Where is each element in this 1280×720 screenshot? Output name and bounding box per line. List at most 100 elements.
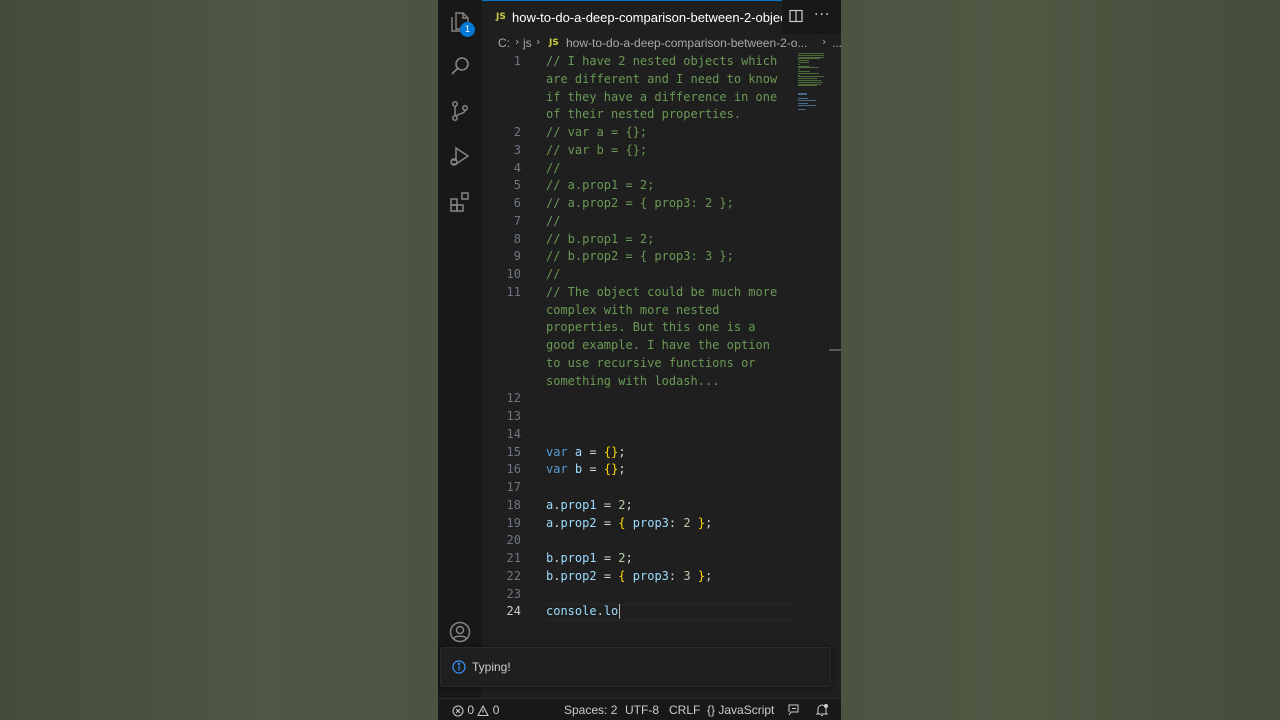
code-line[interactable]: 11 // The object could be much more (482, 284, 796, 302)
code-line[interactable]: 1 // I have 2 nested objects which (482, 53, 796, 71)
notification-message: Typing! (472, 660, 511, 674)
code-line[interactable]: 6 // a.prop2 = { prop3: 2 }; (482, 195, 796, 213)
eol-setting[interactable]: CRLF (669, 703, 700, 717)
code-text: to use recursive functions or (546, 355, 756, 370)
minimap-line (798, 105, 817, 107)
code-text: a.prop2 = { prop3: 2 }; (546, 515, 713, 530)
code-line[interactable]: 15 var a = {}; (482, 444, 796, 462)
language-mode[interactable]: {} JavaScript (707, 703, 774, 717)
line-number: 1 (513, 54, 521, 68)
line-number: 2 (513, 125, 521, 139)
notification-toast[interactable]: Typing! (440, 647, 831, 687)
info-icon (452, 660, 466, 674)
code-line[interactable]: 13 (482, 408, 796, 426)
activity-bar: 1 (438, 0, 482, 698)
source-control-icon[interactable] (446, 97, 474, 125)
line-number: 24 (506, 604, 521, 619)
code-line[interactable]: 4 // (482, 160, 796, 178)
vscode-window: 1 JS how-to-do-a-deep-comparison-between… (438, 0, 841, 720)
line-number: 17 (506, 480, 521, 494)
line-number: 21 (506, 551, 521, 565)
line-number: 19 (506, 515, 521, 530)
feedback-icon[interactable] (787, 702, 801, 717)
code-text: // a.prop1 = 2; (546, 178, 655, 193)
code-line[interactable]: good example. I have the option (482, 337, 796, 355)
minimap-line (798, 99, 817, 101)
code-line[interactable]: 5 // a.prop1 = 2; (482, 177, 796, 195)
breadcrumb-file[interactable]: how-to-do-a-deep-comparison-between-2-o.… (566, 36, 807, 50)
code-line[interactable]: 20 (482, 532, 796, 550)
code-text: properties. But this one is a (546, 320, 756, 335)
code-line[interactable]: 22 b.prop2 = { prop3: 3 }; (482, 568, 796, 586)
code-line[interactable]: 8 // b.prop1 = 2; (482, 231, 796, 249)
line-number: 10 (506, 267, 521, 281)
code-line[interactable]: if they have a difference in one (482, 89, 796, 107)
encoding-setting[interactable]: UTF-8 (625, 703, 659, 717)
code-line[interactable]: to use recursive functions or (482, 355, 796, 373)
explorer-badge: 1 (460, 22, 475, 37)
code-editor[interactable]: 1 // I have 2 nested objects which are dif… (482, 53, 796, 643)
account-icon[interactable] (446, 618, 474, 646)
problems-indicator[interactable]: 0 0 (452, 703, 499, 717)
code-text: // (546, 267, 561, 281)
code-line[interactable]: 7 // (482, 213, 796, 231)
indentation-setting[interactable]: Spaces: 2 (564, 703, 617, 717)
code-text: // var a = {}; (546, 125, 648, 139)
line-number: 9 (513, 249, 521, 264)
code-text: // b.prop1 = 2; (546, 231, 655, 246)
warning-icon (477, 704, 490, 716)
run-debug-icon[interactable] (446, 142, 474, 170)
code-line[interactable]: 9 // b.prop2 = { prop3: 3 }; (482, 248, 796, 266)
code-line[interactable]: 12 (482, 390, 796, 408)
code-line[interactable]: properties. But this one is a (482, 319, 796, 337)
video-background-left (0, 0, 438, 720)
code-line[interactable]: 17 (482, 479, 796, 497)
code-text: are different and I need to know (546, 71, 778, 86)
line-number: 8 (513, 231, 521, 246)
code-text: of their nested properties. (546, 107, 742, 122)
breadcrumb-folder[interactable]: js (523, 36, 532, 50)
code-line[interactable]: 19 a.prop2 = { prop3: 2 }; (482, 515, 796, 533)
line-number: 4 (513, 160, 521, 175)
editor-tab[interactable]: JS how-to-do-a-deep-comparison-between-2… (482, 0, 782, 34)
scrollbar-marker[interactable] (829, 349, 841, 351)
code-line[interactable]: 10 // (482, 266, 796, 284)
notifications-bell-icon[interactable] (815, 702, 829, 717)
search-icon[interactable] (446, 52, 474, 80)
code-line[interactable]: are different and I need to know (482, 71, 796, 89)
extensions-icon[interactable] (446, 188, 474, 216)
code-line[interactable]: something with lodash... (482, 373, 796, 391)
braces-icon: {} (707, 703, 716, 717)
minimap[interactable] (796, 53, 826, 113)
code-text: // (546, 160, 561, 175)
code-line[interactable]: 23 (482, 586, 796, 604)
line-number: 7 (513, 213, 521, 228)
breadcrumb-more[interactable]: ... (832, 36, 841, 50)
line-number: 11 (506, 284, 521, 299)
warning-count: 0 (492, 703, 500, 717)
code-line[interactable]: of their nested properties. (482, 106, 796, 124)
code-line[interactable]: complex with more nested (482, 302, 796, 320)
more-actions-icon[interactable]: ··· (814, 7, 830, 23)
code-line[interactable]: 16 var b = {}; (482, 461, 796, 479)
line-number: 18 (506, 497, 521, 512)
split-editor-icon[interactable] (789, 9, 803, 23)
code-line[interactable]: 3 // var b = {}; (482, 142, 796, 160)
code-text: // b.prop2 = { prop3: 3 }; (546, 249, 734, 264)
code-line[interactable]: 14 (482, 426, 796, 444)
code-line[interactable]: 24 console.lo (482, 603, 796, 621)
minimap-line (798, 94, 807, 96)
breadcrumb-drive[interactable]: C: (498, 36, 510, 50)
code-line[interactable]: 18 a.prop1 = 2; (482, 497, 796, 515)
line-number: 15 (506, 444, 521, 459)
error-icon (452, 705, 464, 717)
code-line[interactable]: 2 // var a = {}; (482, 124, 796, 142)
code-text: var b = {}; (546, 462, 626, 477)
code-text: // a.prop2 = { prop3: 2 }; (546, 196, 734, 210)
code-line[interactable]: 21 b.prop1 = 2; (482, 550, 796, 568)
code-text: var a = {}; (546, 444, 626, 459)
line-number: 12 (506, 391, 521, 406)
code-text: complex with more nested (546, 302, 720, 317)
minimap-line (798, 85, 818, 87)
error-count: 0 (467, 703, 475, 717)
